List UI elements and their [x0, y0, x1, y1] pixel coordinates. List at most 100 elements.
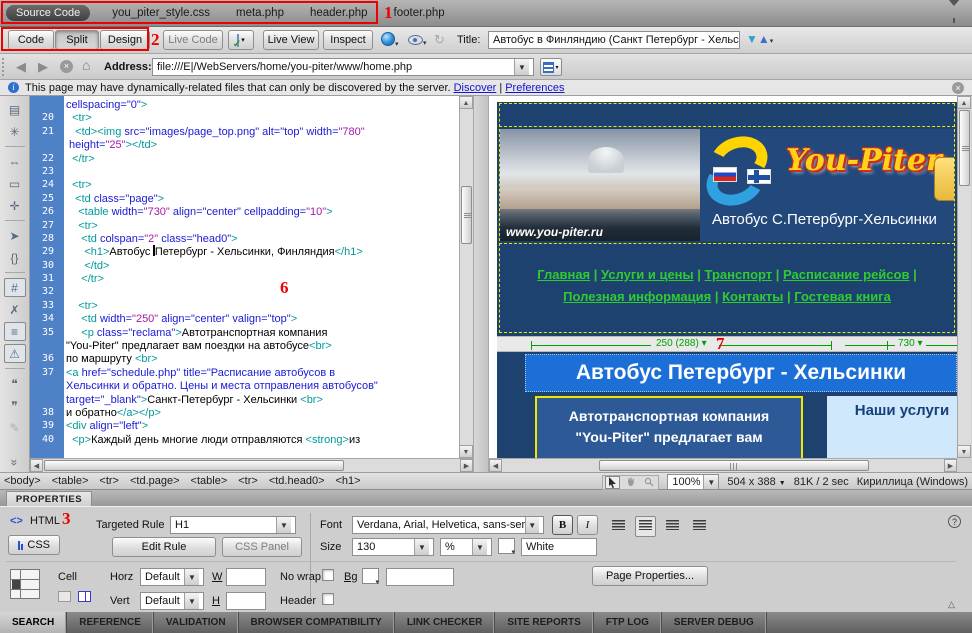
- title-input[interactable]: Автобус в Финляндию (Санкт Петербург - Х…: [488, 31, 740, 49]
- design-scroll-up-icon[interactable]: ▲: [957, 96, 971, 109]
- tag-selector-item[interactable]: <table>: [191, 475, 228, 487]
- code-line[interactable]: 26 <table width="730" align="center" cel…: [30, 205, 473, 218]
- code-line[interactable]: "You-Piter" предлагает вам поездки на ав…: [30, 339, 473, 352]
- nav-link[interactable]: Главная: [537, 267, 590, 282]
- zoom-tool-icon[interactable]: [641, 476, 656, 489]
- design-view-button[interactable]: Design: [100, 30, 150, 50]
- results-tab-search[interactable]: SEARCH: [0, 612, 67, 633]
- code-line[interactable]: target="_blank">Санкт-Петербург - Хельси…: [30, 393, 473, 406]
- code-scrollbar-thumb[interactable]: [461, 186, 472, 244]
- related-file-tab[interactable]: meta.php: [236, 7, 284, 19]
- line-numbers-icon[interactable]: #: [4, 278, 26, 297]
- browser-navigation-options-icon[interactable]: ▾: [540, 58, 562, 76]
- tag-selector-item[interactable]: <table>: [52, 475, 89, 487]
- design-horizontal-scrollbar[interactable]: ◀ ▶: [489, 458, 957, 472]
- visual-aids-icon[interactable]: ▾: [408, 35, 427, 48]
- hand-tool-icon[interactable]: [623, 476, 638, 489]
- align-right-icon[interactable]: [662, 516, 683, 537]
- italic-button[interactable]: I: [577, 515, 598, 535]
- align-left-icon[interactable]: [608, 516, 629, 537]
- code-line[interactable]: 35 <p class="reclama">Автотранспортная к…: [30, 326, 473, 339]
- size-unit-select[interactable]: %▼: [440, 538, 492, 556]
- preview-in-browser-icon[interactable]: ▾: [381, 32, 399, 49]
- design-view-pane[interactable]: You-Piter Автобус С.Петербург-Хельсинки …: [489, 96, 957, 458]
- related-file-tab[interactable]: footer.php: [394, 7, 445, 19]
- code-line[interactable]: 32: [30, 285, 473, 298]
- code-line[interactable]: 25 <td class="page">: [30, 192, 473, 205]
- results-tab-ftp-log[interactable]: FTP LOG: [594, 612, 662, 633]
- magnification-dropdown-icon[interactable]: ▼: [703, 475, 718, 489]
- tag-selector-item[interactable]: <td.page>: [130, 475, 180, 487]
- address-input[interactable]: file:///E|/WebServers/home/you-piter/www…: [152, 58, 534, 76]
- targeted-rule-select[interactable]: H1▼: [170, 516, 296, 534]
- get-file-icon[interactable]: ▼: [746, 32, 758, 46]
- properties-tab[interactable]: PROPERTIES: [6, 491, 92, 506]
- file-get-put-icons[interactable]: ▼▲▾: [746, 32, 773, 46]
- split-cell-icon[interactable]: [78, 591, 91, 602]
- code-line[interactable]: 37<a href="schedule.php" title="Расписан…: [30, 366, 473, 379]
- apply-comment-icon[interactable]: ❝: [4, 374, 26, 393]
- column-width-menu-right[interactable]: 730 ▾: [895, 338, 926, 349]
- scroll-up-icon[interactable]: ▲: [459, 96, 473, 109]
- vert-select[interactable]: Default▼: [140, 592, 204, 610]
- bg-color-input[interactable]: [386, 568, 454, 586]
- nav-link[interactable]: Услуги и цены: [601, 267, 694, 282]
- size-select[interactable]: 130▼: [352, 538, 434, 556]
- related-file-tab[interactable]: you_piter_style.css: [112, 7, 210, 19]
- home-icon[interactable]: ⌂: [82, 57, 90, 73]
- refresh-design-view-icon[interactable]: ↻: [434, 32, 445, 48]
- code-line[interactable]: 30 </td>: [30, 259, 473, 272]
- code-vertical-scrollbar[interactable]: ▲ ▼: [459, 96, 473, 458]
- filter-related-files-icon[interactable]: [948, 6, 962, 19]
- css-mode-button[interactable]: CSS: [8, 535, 60, 555]
- source-code-button[interactable]: Source Code: [6, 5, 90, 21]
- edit-rule-button[interactable]: Edit Rule: [112, 537, 216, 557]
- inspect-button[interactable]: Inspect: [323, 30, 373, 50]
- results-tab-reference[interactable]: REFERENCE: [67, 612, 154, 633]
- results-tab-link-checker[interactable]: LINK CHECKER: [395, 612, 496, 633]
- code-line[interactable]: 22 </tr>: [30, 152, 473, 165]
- text-color-swatch[interactable]: [498, 538, 515, 554]
- code-line[interactable]: 27 <tr>: [30, 219, 473, 232]
- text-color-input[interactable]: White: [521, 538, 597, 556]
- check-browser-compatibility-button[interactable]: ▾: [228, 30, 254, 50]
- pane-splitter[interactable]: [473, 96, 489, 472]
- address-dropdown-icon[interactable]: ▼: [514, 59, 529, 75]
- code-line[interactable]: 20 <tr>: [30, 111, 473, 124]
- panel-resize-icon[interactable]: △: [948, 599, 955, 610]
- code-view-pane[interactable]: cellspacing="0">20 <tr>21 <td><img src="…: [30, 96, 473, 458]
- design-scroll-down-icon[interactable]: ▼: [957, 445, 971, 458]
- align-justify-icon[interactable]: [689, 516, 710, 537]
- design-scrollbar-thumb[interactable]: [959, 110, 970, 186]
- no-wrap-checkbox[interactable]: [322, 569, 334, 581]
- remove-comment-icon[interactable]: ❞: [4, 396, 26, 415]
- scroll-down-icon[interactable]: ▼: [459, 445, 473, 458]
- nav-link[interactable]: Гостевая книга: [794, 289, 891, 304]
- code-line[interactable]: 39<div align="left">: [30, 419, 473, 432]
- bold-button[interactable]: B: [552, 515, 573, 535]
- horz-dropdown-icon[interactable]: ▼: [184, 569, 199, 585]
- tag-selector-item[interactable]: <td.head0>: [269, 475, 325, 487]
- font-select[interactable]: Verdana, Arial, Helvetica, sans-serif▼: [352, 516, 544, 534]
- stop-icon[interactable]: ×: [60, 60, 73, 73]
- nav-link[interactable]: Расписание рейсов: [783, 267, 909, 282]
- code-line[interactable]: 28 <td colspan="2" class="head0">: [30, 232, 473, 245]
- scroll-left-icon[interactable]: ◀: [30, 459, 43, 472]
- horz-select[interactable]: Default▼: [140, 568, 204, 586]
- nav-link[interactable]: Контакты: [722, 289, 783, 304]
- live-view-button[interactable]: Live View: [263, 30, 319, 50]
- tag-selector-item[interactable]: <tr>: [238, 475, 258, 487]
- code-line[interactable]: 24 <tr>: [30, 178, 473, 191]
- back-icon[interactable]: ◀: [16, 59, 26, 75]
- code-line[interactable]: 34 <td width="250" align="center" valign…: [30, 312, 473, 325]
- nav-link[interactable]: Полезная информация: [563, 289, 711, 304]
- code-line[interactable]: 36по маршруту <br>: [30, 352, 473, 365]
- collapse-toolbar-icon[interactable]: »: [5, 452, 24, 474]
- code-line[interactable]: 38и обратно</a></p>: [30, 406, 473, 419]
- code-hscrollbar-thumb[interactable]: [44, 460, 344, 471]
- w-input[interactable]: [226, 568, 266, 586]
- open-documents-icon[interactable]: ▤: [4, 100, 26, 119]
- results-tab-validation[interactable]: VALIDATION: [154, 612, 239, 633]
- size-dropdown-icon[interactable]: ▼: [414, 539, 429, 555]
- site-banner[interactable]: You-Piter Автобус С.Петербург-Хельсинки …: [499, 129, 955, 241]
